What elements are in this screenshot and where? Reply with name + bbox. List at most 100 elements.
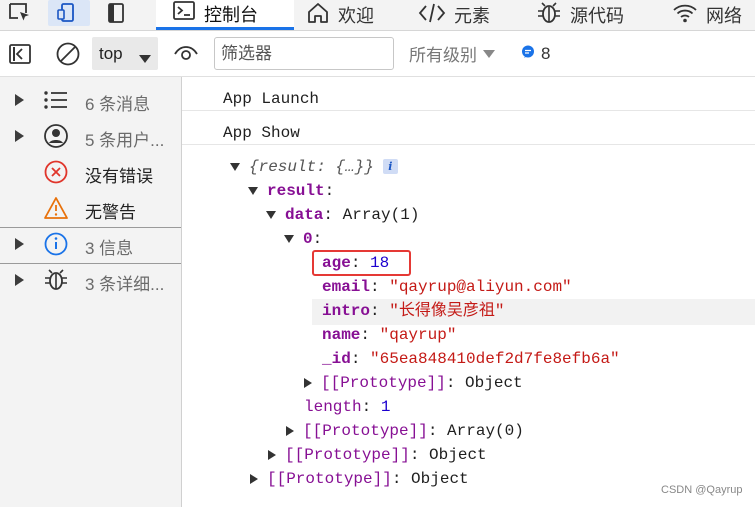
chevron-down-icon [139, 49, 151, 69]
sidebar-item-messages[interactable]: 6 条消息 [0, 82, 181, 118]
object-field[interactable]: intro: "长得像吴彦祖" [322, 301, 504, 321]
console-icon [172, 0, 196, 27]
live-expression-eye-icon[interactable] [171, 40, 201, 68]
property-key: [[Prototype]] [303, 422, 428, 440]
property-value: Array(0) [447, 422, 524, 440]
object-property-data[interactable]: data: Array(1) [266, 205, 419, 225]
tab-elements[interactable]: 元素 [418, 0, 518, 30]
code-brackets-icon [418, 2, 446, 29]
tab-welcome[interactable]: 欢迎 [306, 0, 406, 30]
console-output: App Launch App Show {result: {…}} i resul… [182, 77, 755, 507]
tab-sources[interactable]: 源代码 [536, 0, 646, 30]
object-prototype[interactable]: [[Prototype]]: Object [250, 469, 469, 489]
property-key: [[Prototype]] [321, 374, 446, 392]
object-preview: {result: {…}} [249, 158, 374, 176]
collapse-arrow-icon[interactable] [266, 210, 276, 219]
expand-arrow-icon[interactable] [15, 238, 24, 250]
array-prototype[interactable]: [[Prototype]]: Array(0) [286, 421, 524, 441]
sidebar-item-label: 3 条详细... [85, 275, 165, 294]
context-select-value: top [99, 43, 123, 63]
expand-arrow-icon[interactable] [15, 274, 24, 286]
object-root[interactable]: {result: {…}} i [230, 157, 398, 177]
tab-network[interactable]: 网络 [672, 0, 755, 30]
property-value: "qayrup@aliyun.com" [389, 278, 572, 296]
object-property-index[interactable]: 0: [284, 229, 322, 249]
expand-arrow-icon[interactable] [15, 130, 24, 142]
tab-console[interactable]: 控制台 [156, 0, 294, 30]
collapse-arrow-icon[interactable] [248, 186, 258, 195]
expand-arrow-icon[interactable] [286, 425, 294, 436]
console-message-text: App Show [223, 124, 300, 142]
expand-arrow-icon[interactable] [304, 377, 312, 388]
object-field[interactable]: name: "qayrup" [322, 325, 456, 345]
watermark: CSDN @Qayrup [661, 484, 743, 496]
wifi-icon [672, 2, 698, 29]
property-key: result [267, 182, 325, 200]
console-sidebar: 6 条消息 5 条用户... 没有错误 无警告 3 信息 3 条详细... [0, 77, 182, 507]
clear-console-icon[interactable] [54, 40, 82, 68]
sidebar-item-label: 6 条消息 [85, 95, 151, 114]
collapse-arrow-icon[interactable] [284, 234, 294, 243]
property-value: Array(1) [342, 206, 420, 224]
object-prototype[interactable]: [[Prototype]]: Object [304, 373, 523, 393]
bug-icon [536, 1, 562, 29]
property-value: Object [465, 374, 523, 392]
property-value: Object [429, 446, 487, 464]
sidebar-item-label: 3 信息 [85, 239, 134, 258]
property-key: length [304, 398, 362, 416]
sidebar-item-errors[interactable]: 没有错误 [0, 154, 181, 190]
property-key: [[Prototype]] [285, 446, 410, 464]
info-icon [42, 231, 70, 257]
inspect-element-icon[interactable] [4, 0, 36, 26]
object-field[interactable]: email: "qayrup@aliyun.com" [322, 277, 572, 297]
expand-arrow-icon[interactable] [268, 449, 276, 460]
property-value: "qayrup" [379, 326, 457, 344]
tab-console-label: 控制台 [204, 4, 258, 25]
message-bubble-icon [521, 44, 535, 64]
collapse-arrow-icon[interactable] [230, 162, 240, 171]
filter-input[interactable] [214, 37, 394, 70]
object-property-result[interactable]: result: [248, 181, 334, 201]
object-property-length[interactable]: length: 1 [304, 397, 390, 417]
tab-sources-label: 源代码 [570, 6, 624, 26]
property-value: Object [411, 470, 469, 488]
bug-icon [42, 267, 70, 293]
property-key: intro [322, 302, 371, 320]
panel-toggle-icon[interactable] [100, 0, 132, 26]
object-field[interactable]: _id: "65ea848410def2d7fe8efb6a" [322, 349, 620, 369]
property-value: 1 [380, 398, 391, 416]
user-icon [42, 123, 70, 149]
tab-welcome-label: 欢迎 [338, 6, 374, 26]
object-prototype[interactable]: [[Prototype]]: Object [268, 445, 487, 465]
sidebar-item-label: 5 条用户... [85, 131, 165, 150]
property-value: "65ea848410def2d7fe8efb6a" [370, 350, 620, 368]
sidebar-item-verbose[interactable]: 3 条详细... [0, 262, 181, 298]
list-icon [42, 87, 70, 113]
sidebar-item-info[interactable]: 3 信息 [0, 226, 181, 262]
tab-elements-label: 元素 [454, 6, 490, 26]
context-select[interactable]: top [92, 37, 158, 70]
expand-arrow-icon[interactable] [250, 473, 258, 484]
log-levels-dropdown[interactable]: 所有级别 [409, 38, 495, 69]
property-value: "长得像吴彦祖" [389, 302, 505, 320]
message-count-badge[interactable]: 8 [521, 38, 550, 69]
expand-arrow-icon[interactable] [15, 94, 24, 106]
console-message[interactable]: App Show [182, 111, 755, 145]
property-key: name [322, 326, 361, 344]
devtools-tab-bar: 控制台 欢迎 元素 源代码 网络 [0, 0, 755, 31]
log-levels-label: 所有级别 [409, 46, 477, 65]
property-key: 0 [303, 230, 313, 248]
tab-network-label: 网络 [706, 6, 742, 26]
sidebar-item-warnings[interactable]: 无警告 [0, 190, 181, 226]
property-key: data [285, 206, 324, 224]
info-badge-icon[interactable]: i [382, 159, 398, 175]
device-toolbar-icon[interactable] [48, 0, 90, 26]
console-message[interactable]: App Launch [182, 77, 755, 111]
sidebar-toggle-icon[interactable] [6, 40, 34, 68]
sidebar-item-user-messages[interactable]: 5 条用户... [0, 118, 181, 154]
console-toolbar: top 所有级别 8 [0, 31, 755, 77]
error-icon [42, 159, 70, 185]
property-key: email [322, 278, 371, 296]
sidebar-item-label: 无警告 [85, 203, 136, 222]
sidebar-item-label: 没有错误 [85, 167, 153, 186]
